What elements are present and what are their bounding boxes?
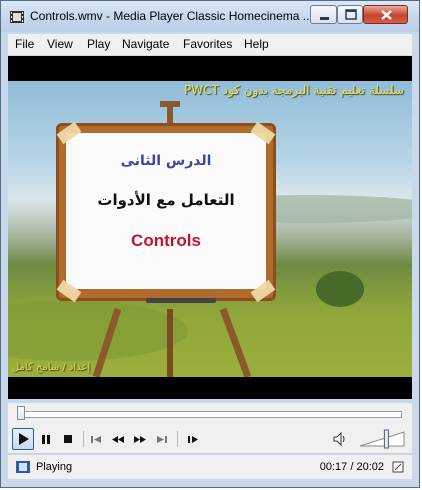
pause-button[interactable] (35, 428, 57, 450)
menu-help[interactable]: Help (244, 37, 269, 51)
film-strip-icon (9, 9, 25, 25)
close-button[interactable] (363, 5, 408, 24)
frame-step-icon (188, 436, 198, 443)
lesson-title: التعامل مع الأدوات (97, 191, 235, 209)
transport-controls (8, 425, 412, 454)
menu-bar: File View Play Navigate Favorites Help (8, 34, 412, 56)
stop-icon (64, 435, 72, 443)
rewind-icon (112, 436, 124, 443)
skip-back-icon (91, 436, 101, 443)
lesson-topic: Controls (131, 231, 201, 250)
volume-track (359, 431, 405, 447)
lesson-number: الدرس الثانى (120, 153, 212, 169)
skip-back-button[interactable] (85, 428, 107, 450)
frame-step-button[interactable] (181, 428, 203, 450)
author-caption: إعداد / سامح كامل (12, 362, 91, 373)
seek-bar[interactable] (8, 403, 412, 425)
fast-forward-button[interactable] (129, 428, 151, 450)
separator (83, 431, 84, 447)
maximize-button[interactable] (337, 5, 363, 24)
seek-track[interactable] (18, 411, 402, 418)
play-icon (19, 433, 29, 445)
volume-thumb[interactable] (383, 429, 389, 449)
series-caption: سلسلة تعليم تقنية البرمجة بدون كود PWCT (184, 83, 404, 97)
marker-tray (146, 298, 216, 303)
video-frame: سلسلة تعليم تقنية البرمجة بدون كود PWCT … (8, 81, 412, 377)
seek-thumb[interactable] (17, 406, 25, 420)
pause-icon (42, 435, 50, 444)
title-bar[interactable]: Controls.wmv - Media Player Classic Home… (1, 1, 419, 32)
skip-forward-icon (157, 436, 167, 443)
menu-navigate[interactable]: Navigate (122, 37, 169, 51)
play-button[interactable] (12, 428, 34, 450)
mute-button[interactable] (329, 428, 351, 450)
easel-board: الدرس الثانى التعامل مع الأدوات Controls (56, 121, 276, 303)
menu-favorites[interactable]: Favorites (183, 37, 232, 51)
menu-play[interactable]: Play (87, 37, 110, 51)
separator (177, 431, 178, 447)
status-bar: Playing 00:17 / 20:02 (8, 455, 412, 479)
minimize-icon (320, 17, 329, 20)
menu-view[interactable]: View (47, 37, 73, 51)
fast-forward-icon (134, 436, 146, 443)
grip-icon (392, 461, 404, 473)
maximize-icon (345, 9, 357, 20)
speaker-icon (333, 431, 345, 447)
rewind-button[interactable] (107, 428, 129, 450)
time-readout: 00:17 / 20:02 (319, 461, 384, 473)
resize-grip[interactable] (390, 459, 406, 475)
skip-forward-button[interactable] (151, 428, 173, 450)
volume-slider[interactable] (358, 429, 408, 449)
board-paper: الدرس الثانى التعامل مع الأدوات Controls (66, 133, 266, 289)
window-title: Controls.wmv - Media Player Classic Home… (30, 9, 313, 23)
stop-button[interactable] (57, 428, 79, 450)
player-window: Controls.wmv - Media Player Classic Home… (0, 0, 420, 488)
playback-status: Playing (36, 461, 73, 473)
close-icon (381, 10, 392, 20)
minimize-button[interactable] (310, 5, 337, 24)
film-strip-icon (15, 459, 31, 475)
video-area[interactable]: سلسلة تعليم تقنية البرمجة بدون كود PWCT … (8, 56, 412, 399)
menu-file[interactable]: File (15, 37, 34, 51)
